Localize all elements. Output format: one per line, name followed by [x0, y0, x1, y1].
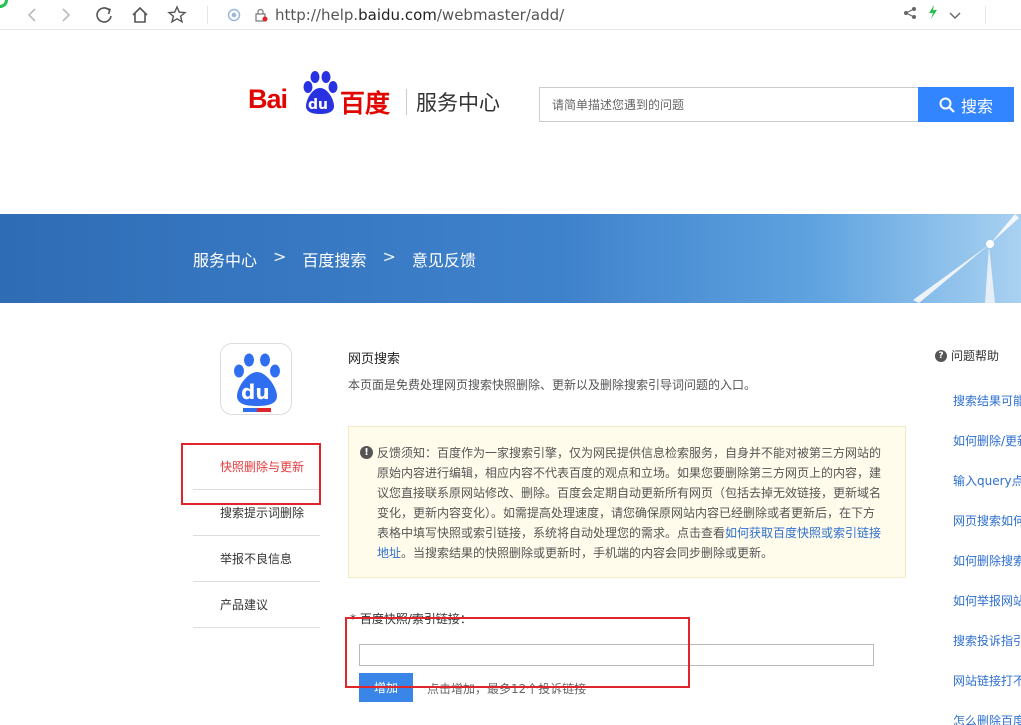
help-link[interactable]: 网页搜索如何 — [953, 512, 1021, 552]
sidebar-item-report[interactable]: 举报不良信息 — [193, 536, 320, 582]
help-links: 搜索结果可能 如何删除/更新 输入query点 网页搜索如何 如何删除搜索 如何… — [953, 392, 1021, 725]
highlight-box-input — [345, 617, 690, 688]
address-bar[interactable]: http://help. baidu.com/webmaster/add/ — [275, 0, 564, 30]
highlight-box-sidebar — [181, 443, 321, 505]
search-button-label: 搜索 — [960, 98, 993, 116]
page-description: 本页面是免费处理网页搜索快照删除、更新以及删除搜索引导词问题的入口。 — [348, 378, 757, 392]
sidebar-item-label: 举报不良信息 — [220, 552, 293, 566]
search-input[interactable]: 请简单描述您遇到的问题 — [539, 87, 919, 122]
help-section-title: ? 问题帮助 — [935, 347, 999, 364]
help-link[interactable]: 如何删除搜索 — [953, 552, 1021, 592]
share-icon[interactable] — [903, 5, 917, 24]
url-prefix: http://help. — [275, 6, 359, 24]
forward-icon[interactable] — [54, 3, 78, 27]
help-link[interactable]: 网站链接打不 — [953, 672, 1021, 712]
help-link[interactable]: 怎么删除百度 — [953, 712, 1021, 725]
bookmark-star-icon[interactable] — [165, 3, 189, 27]
status-indicator-icon — [0, 0, 8, 8]
logo-text-cn: 百度 — [340, 89, 391, 118]
url-host: baidu.com — [358, 6, 437, 24]
search-icon — [939, 97, 955, 113]
baidu-logo[interactable]: Bai du 百度 服务中心 — [248, 70, 508, 120]
site-info-icon[interactable] — [222, 3, 246, 27]
logo-text-du: du — [308, 97, 328, 113]
sidebar-item-label: 搜索提示词删除 — [220, 506, 305, 520]
help-link[interactable]: 输入query点 — [953, 472, 1021, 512]
app-logo-text: du — [241, 380, 270, 404]
breadcrumb-item-service-center[interactable]: 服务中心 — [193, 247, 257, 271]
help-link[interactable]: 如何删除/更新 — [953, 432, 1021, 472]
lightning-icon[interactable] — [927, 4, 939, 24]
logo-text-bai: Bai — [248, 84, 288, 114]
notice-text-end: 。当搜索结果的快照删除或更新时，手机端的内容会同步删除或更新。 — [401, 546, 774, 560]
browser-toolbar: http://help. baidu.com/webmaster/add/ — [0, 0, 1021, 30]
app-logo: du — [220, 343, 292, 415]
url-path: /webmaster/add/ — [436, 6, 565, 24]
breadcrumb-separator: > — [382, 247, 396, 266]
home-icon[interactable] — [128, 3, 152, 27]
question-icon: ? — [935, 349, 947, 362]
service-center-title: 服务中心 — [416, 91, 500, 115]
reload-icon[interactable] — [92, 3, 116, 27]
sidebar-item-label: 产品建议 — [220, 598, 269, 612]
toolbar-right — [903, 4, 961, 24]
help-link[interactable]: 搜索结果可能 — [953, 392, 1021, 432]
breadcrumb: 服务中心 > 百度搜索 > 意见反馈 — [193, 247, 476, 271]
help-title-label: 问题帮助 — [951, 349, 1000, 363]
chevron-down-icon[interactable] — [949, 5, 961, 24]
back-icon[interactable] — [20, 3, 44, 27]
wind-turbine-icon — [913, 214, 1019, 303]
breadcrumb-separator: > — [273, 247, 287, 266]
help-link[interactable]: 搜索投诉指引 — [953, 632, 1021, 672]
breadcrumb-item-feedback: 意见反馈 — [411, 251, 476, 270]
exclamation-icon: ! — [360, 446, 373, 459]
page-title: 网页搜索 — [348, 352, 401, 367]
feedback-notice: ! 反馈须知：百度作为一家搜索引擎，仅为网民提供信息检索服务，自身并不能对被第三… — [348, 426, 906, 578]
search-placeholder: 请简单描述您遇到的问题 — [552, 98, 685, 112]
help-link[interactable]: 如何举报网站 — [953, 592, 1021, 632]
breadcrumb-item-baidu-search[interactable]: 百度搜索 — [302, 247, 366, 271]
search-button[interactable]: 搜索 — [918, 87, 1014, 122]
page-banner: 服务中心 > 百度搜索 > 意见反馈 — [0, 214, 1021, 303]
lock-warning-icon — [249, 3, 273, 27]
sidebar-item-product-advice[interactable]: 产品建议 — [193, 582, 320, 628]
logo-divider — [406, 89, 407, 115]
